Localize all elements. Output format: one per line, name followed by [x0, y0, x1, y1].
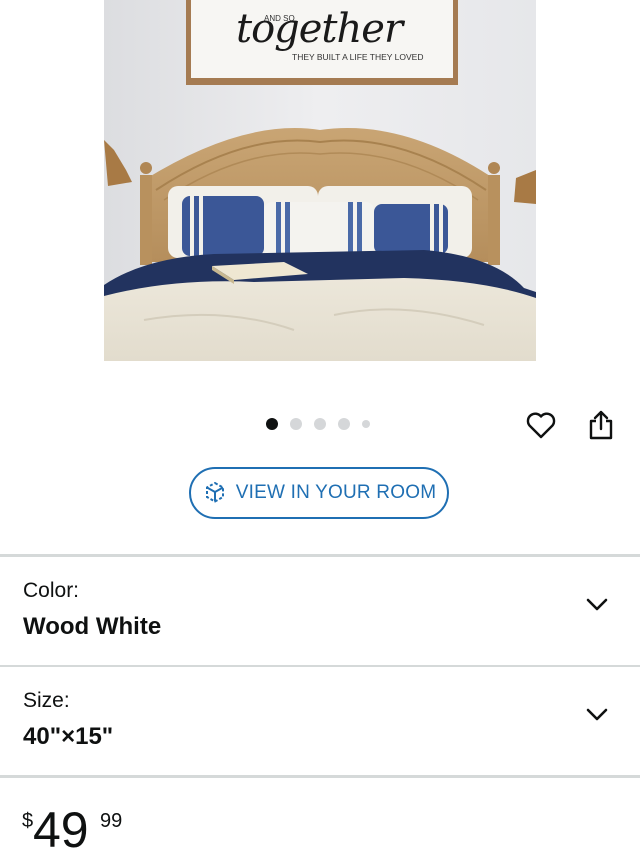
carousel-dot[interactable]	[338, 418, 350, 430]
sign-bottom-text: THEY BUILT A LIFE THEY LOVED	[292, 52, 424, 62]
carousel-dot[interactable]	[314, 418, 326, 430]
color-label: Color:	[23, 579, 80, 602]
price-fraction: 99	[100, 810, 123, 832]
chevron-down-icon[interactable]	[584, 591, 610, 617]
carousel-dot[interactable]	[290, 418, 302, 430]
carousel-dot[interactable]	[362, 420, 370, 428]
size-value: 40"×15"	[23, 723, 114, 750]
heart-icon	[526, 412, 556, 439]
size-label: Size:	[23, 689, 70, 712]
image-carousel-indicator[interactable]	[266, 418, 370, 430]
chevron-down-icon[interactable]	[584, 701, 610, 727]
divider	[0, 775, 640, 778]
carousel-dot[interactable]	[266, 418, 278, 430]
view-in-your-room-label: VIEW IN YOUR ROOM	[235, 482, 437, 503]
view-in-your-room-button[interactable]: VIEW IN YOUR ROOM	[189, 467, 449, 519]
share-button[interactable]	[584, 408, 618, 442]
share-icon	[589, 410, 613, 440]
sign-script-text: together	[236, 6, 403, 52]
price-whole: 49	[33, 802, 89, 858]
size-selector[interactable]: Size: 40"×15"	[0, 667, 640, 775]
favorite-button[interactable]	[524, 408, 558, 442]
product-image[interactable]: AND SO together THEY BUILT A LIFE THEY L…	[104, 0, 536, 361]
color-selector[interactable]: Color: Wood White	[0, 557, 640, 665]
ar-cube-icon	[202, 480, 228, 506]
color-value: Wood White	[23, 613, 162, 640]
price-currency: $	[22, 810, 34, 832]
